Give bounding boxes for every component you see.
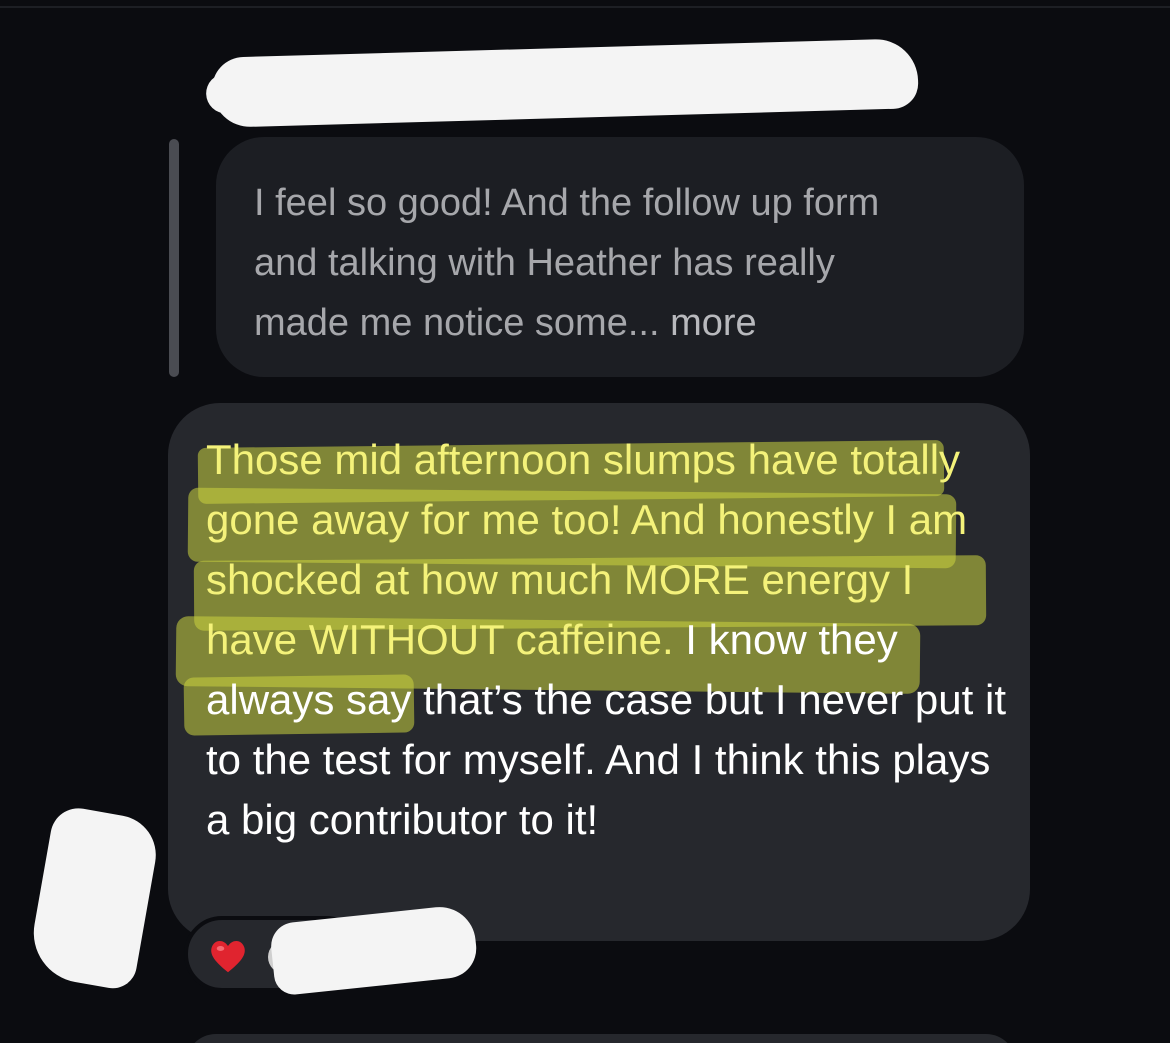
next-message-bubble[interactable] (186, 1034, 1016, 1043)
heart-icon (211, 940, 245, 973)
message-text: Those mid afternoon slumps have totally … (206, 430, 1006, 850)
top-divider (0, 6, 1170, 8)
reply-quote-bar (169, 139, 179, 377)
quoted-message-bubble[interactable]: I feel so good! And the follow up form a… (216, 137, 1024, 377)
chat-screen: I feel so good! And the follow up form a… (0, 0, 1170, 1043)
more-link[interactable]: more (660, 302, 757, 344)
quoted-message-text: I feel so good! And the follow up form a… (254, 173, 988, 353)
redacted-avatar (25, 803, 163, 993)
redacted-reply-header (211, 38, 919, 128)
quoted-text-body: I feel so good! And the follow up form a… (254, 182, 880, 344)
